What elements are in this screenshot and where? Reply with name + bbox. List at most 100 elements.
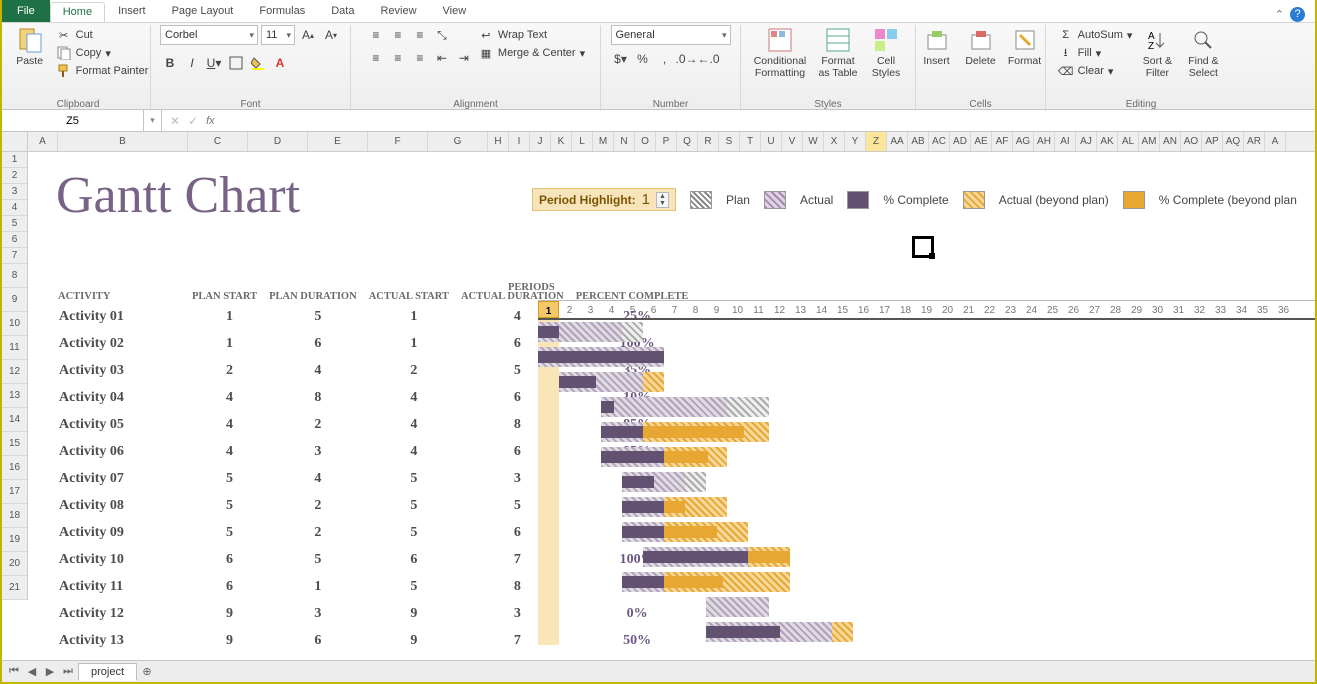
italic-button[interactable]: I (182, 53, 202, 73)
font-color-button[interactable]: A (270, 53, 290, 73)
number-format-select[interactable]: General (611, 25, 731, 45)
tab-page-layout[interactable]: Page Layout (159, 1, 247, 22)
conditional-formatting-button[interactable]: Conditional Formatting (748, 25, 812, 79)
legend: Period Highlight: 1 ▲▼ Plan Actual % Com… (532, 188, 1297, 211)
sheet-nav-last[interactable]: ⏭ (60, 665, 76, 678)
column-headers[interactable]: ABCDEFGHIJKLMNOPQRSTUVWXYZAAABACADAEAFAG… (28, 132, 1315, 152)
sheet-nav-next[interactable]: ▶ (42, 665, 58, 678)
merge-center-button[interactable]: ▦Merge & Center▾ (478, 45, 585, 61)
period-highlight-box: Period Highlight: 1 ▲▼ (532, 188, 676, 211)
table-icon (825, 27, 851, 53)
row-headers[interactable]: 123456789101112131415161718192021 (2, 152, 28, 600)
indent-dec-button[interactable]: ⇤ (432, 48, 452, 68)
find-select-button[interactable]: Find & Select (1182, 25, 1224, 79)
insert-button[interactable]: Insert (917, 25, 957, 67)
delete-icon (968, 27, 994, 53)
format-as-table-button[interactable]: Format as Table (816, 25, 860, 79)
name-box[interactable] (2, 110, 144, 131)
format-button[interactable]: Format (1005, 25, 1045, 67)
align-top-button[interactable]: ≡ (366, 25, 386, 45)
tab-data[interactable]: Data (318, 1, 367, 22)
select-all-corner[interactable] (2, 132, 28, 152)
cut-button[interactable]: ✂Cut (56, 27, 149, 43)
dec-decimal-button[interactable]: ←.0 (699, 49, 719, 69)
new-sheet-button[interactable]: ⊕ (139, 665, 155, 678)
legend-plan-swatch (690, 191, 712, 209)
tab-review[interactable]: Review (367, 1, 429, 22)
period-spinner[interactable]: ▲▼ (656, 192, 669, 208)
sheet-nav-prev[interactable]: ◀ (24, 665, 40, 678)
name-box-dropdown[interactable]: ▾ (144, 110, 162, 131)
fill-color-button[interactable] (248, 53, 268, 73)
enter-icon[interactable]: ✓ (188, 114, 198, 128)
sort-filter-button[interactable]: AZSort & Filter (1136, 25, 1178, 79)
autosum-button[interactable]: ΣAutoSum▾ (1058, 27, 1133, 43)
percent-button[interactable]: % (633, 49, 653, 69)
ribbon-tabs: File HomeInsertPage LayoutFormulasDataRe… (2, 0, 1315, 22)
group-font: Corbel 11 A▴ A▾ B I U▾ A Font (151, 25, 351, 111)
cell-styles-button[interactable]: Cell Styles (864, 25, 908, 79)
page-title: Gantt Chart (56, 166, 300, 225)
ribbon: Paste ✂Cut Copy▾ Format Painter Clipboar… (2, 22, 1315, 110)
tab-insert[interactable]: Insert (105, 1, 159, 22)
align-left-button[interactable]: ≡ (366, 48, 386, 68)
clear-button[interactable]: ⌫Clear▾ (1058, 63, 1133, 79)
group-cells: Insert Delete Format Cells (916, 25, 1046, 111)
indent-inc-button[interactable]: ⇥ (454, 48, 474, 68)
bold-button[interactable]: B (160, 53, 180, 73)
sheet-tab-project[interactable]: project (78, 663, 137, 681)
group-label: Font (151, 99, 350, 110)
cancel-icon[interactable]: ✕ (170, 114, 180, 128)
sort-icon: AZ (1144, 27, 1170, 53)
sheet-tab-bar: ⏮ ◀ ▶ ⏭ project ⊕ (2, 660, 1315, 682)
sigma-icon: Σ (1058, 27, 1074, 43)
copy-button[interactable]: Copy▾ (56, 45, 149, 61)
delete-button[interactable]: Delete (961, 25, 1001, 67)
orientation-button[interactable]: ⤡ (432, 25, 452, 45)
fill-icon: ⭳ (1058, 45, 1074, 61)
group-label: Number (601, 99, 740, 110)
paste-button[interactable]: Paste (8, 25, 52, 67)
currency-button[interactable]: $▾ (611, 49, 631, 69)
scissors-icon: ✂ (56, 27, 72, 43)
font-size-select[interactable]: 11 (261, 25, 295, 45)
format-painter-button[interactable]: Format Painter (56, 63, 149, 79)
grow-font-button[interactable]: A▴ (298, 25, 318, 45)
eraser-icon: ⌫ (1058, 63, 1074, 79)
inc-decimal-button[interactable]: .0→ (677, 49, 697, 69)
underline-button[interactable]: U▾ (204, 53, 224, 73)
help-icon[interactable]: ? (1290, 7, 1305, 22)
align-right-button[interactable]: ≡ (410, 48, 430, 68)
formula-bar: ▾ ✕ ✓ fx (2, 110, 1315, 132)
cell-styles-icon (873, 27, 899, 53)
comma-button[interactable]: , (655, 49, 675, 69)
border-button[interactable] (226, 53, 246, 73)
legend-beyond-swatch (963, 191, 985, 209)
wrap-text-button[interactable]: ↩Wrap Text (478, 27, 585, 43)
legend-actual-swatch (764, 191, 786, 209)
font-family-select[interactable]: Corbel (160, 25, 258, 45)
insert-icon (924, 27, 950, 53)
group-label: Editing (1046, 99, 1236, 110)
align-bottom-button[interactable]: ≡ (410, 25, 430, 45)
shrink-font-button[interactable]: A▾ (321, 25, 341, 45)
merge-icon: ▦ (478, 45, 494, 61)
sheet-nav-first[interactable]: ⏮ (6, 665, 22, 678)
worksheet-cells[interactable]: Gantt Chart Period Highlight: 1 ▲▼ Plan … (28, 152, 1315, 660)
ribbon-minimize-icon[interactable]: ⌃ (1275, 8, 1284, 21)
group-clipboard: Paste ✂Cut Copy▾ Format Painter Clipboar… (6, 25, 151, 111)
legend-pcb-swatch (1123, 191, 1145, 209)
fx-icon[interactable]: fx (206, 115, 215, 127)
tab-home[interactable]: Home (50, 2, 105, 22)
align-middle-button[interactable]: ≡ (388, 25, 408, 45)
paste-icon (17, 27, 43, 53)
tab-file[interactable]: File (2, 0, 50, 22)
group-label: Clipboard (6, 99, 150, 110)
tab-view[interactable]: View (430, 1, 480, 22)
fill-button[interactable]: ⭳Fill▾ (1058, 45, 1133, 61)
tab-formulas[interactable]: Formulas (246, 1, 318, 22)
periods-label: PERIODS (508, 282, 555, 293)
wrap-icon: ↩ (478, 27, 494, 43)
align-center-button[interactable]: ≡ (388, 48, 408, 68)
brush-icon (56, 63, 72, 79)
